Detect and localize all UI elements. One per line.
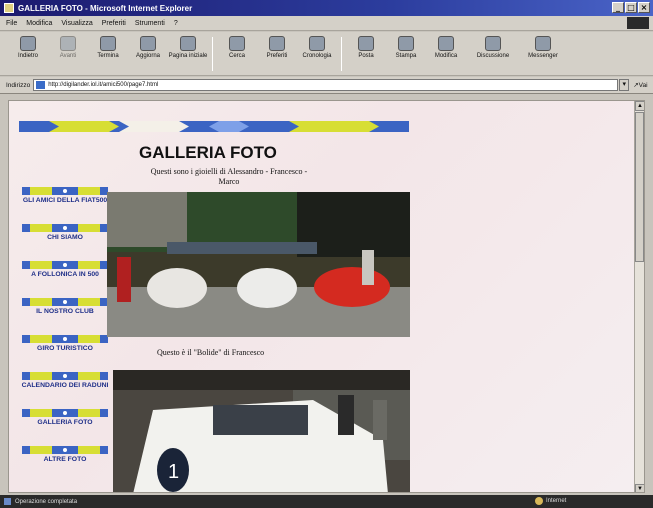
- close-button[interactable]: ×: [638, 2, 650, 13]
- home-icon: [180, 35, 196, 51]
- messenger-button[interactable]: Messenger: [520, 34, 566, 74]
- search-icon: [229, 35, 245, 51]
- nav-item-amici[interactable]: GLI AMICI DELLA FIAT500: [19, 187, 111, 224]
- scroll-down-icon[interactable]: ▼: [635, 484, 644, 492]
- address-bar: Indirizzo http://digilander.iol.it/amici…: [0, 77, 653, 94]
- print-icon: [398, 35, 414, 51]
- nav-bar-icon: [22, 335, 108, 343]
- favorites-icon: [269, 35, 285, 51]
- nav-item-altre-foto[interactable]: ALTRE FOTO: [19, 446, 111, 483]
- nav-bar-icon: [22, 409, 108, 417]
- history-icon: [309, 35, 325, 51]
- address-url: http://digilander.iol.it/amici500/page7.…: [48, 82, 159, 88]
- menu-preferiti[interactable]: Preferiti: [102, 20, 126, 27]
- window-controls: _ □ ×: [612, 2, 650, 13]
- title-bar: GALLERIA FOTO - Microsoft Internet Explo…: [0, 0, 653, 16]
- ie-app-icon: [4, 3, 14, 13]
- nav-bar-icon: [22, 224, 108, 232]
- messenger-icon: [535, 35, 551, 51]
- svg-text:1: 1: [168, 461, 179, 483]
- menu-strumenti[interactable]: Strumenti: [135, 20, 165, 27]
- menu-visualizza[interactable]: Visualizza: [61, 20, 92, 27]
- discuss-button[interactable]: Discussione: [466, 34, 520, 74]
- status-bar: Operazione completata Internet: [0, 495, 653, 508]
- forward-arrow-icon: [60, 35, 76, 51]
- window-title: GALLERIA FOTO - Microsoft Internet Explo…: [18, 3, 193, 13]
- mail-icon: [358, 35, 374, 51]
- nav-item-giro[interactable]: GIRO TURISTICO: [19, 335, 111, 372]
- stop-button[interactable]: Termina: [88, 34, 128, 74]
- vertical-scrollbar[interactable]: ▲ ▼: [634, 101, 644, 492]
- back-arrow-icon: [20, 35, 36, 51]
- page-content: GALLERIA FOTO Questi sono i gioielli di …: [8, 100, 645, 493]
- menu-file[interactable]: File: [6, 20, 17, 27]
- photo-bolide: 1: [113, 370, 410, 492]
- back-button[interactable]: Indietro: [8, 34, 48, 74]
- nav-bar-icon: [22, 261, 108, 269]
- nav-item-chi-siamo[interactable]: CHI SIAMO: [19, 224, 111, 261]
- edit-button[interactable]: Modifica: [426, 34, 466, 74]
- mail-button[interactable]: Posta: [346, 34, 386, 74]
- refresh-button[interactable]: Aggiorna: [128, 34, 168, 74]
- favorites-button[interactable]: Preferiti: [257, 34, 297, 74]
- home-button[interactable]: Pagina iniziale: [168, 34, 208, 74]
- minimize-button[interactable]: _: [612, 2, 624, 13]
- photo-fiat500-group: [107, 192, 410, 337]
- print-button[interactable]: Stampa: [386, 34, 426, 74]
- nav-bar-icon: [22, 298, 108, 306]
- refresh-icon: [140, 35, 156, 51]
- go-button[interactable]: ↗Vai: [633, 81, 647, 89]
- address-dropdown-button[interactable]: ▾: [619, 79, 630, 91]
- toolbar-separator: [212, 36, 213, 71]
- scroll-thumb[interactable]: [635, 112, 644, 262]
- sidebar-nav: GLI AMICI DELLA FIAT500 CHI SIAMO A FOLL…: [19, 187, 111, 483]
- page-subtitle: Questi sono i gioielli di Alessandro - F…: [150, 167, 308, 186]
- nav-bar-icon: [22, 372, 108, 380]
- globe-icon: [535, 497, 543, 505]
- menu-help[interactable]: ?: [174, 20, 178, 27]
- maximize-button[interactable]: □: [625, 2, 637, 13]
- toolbar-separator: [341, 36, 342, 71]
- forward-button[interactable]: Avanti: [48, 34, 88, 74]
- menu-bar: File Modifica Visualizza Preferiti Strum…: [0, 16, 653, 31]
- page-title: GALLERIA FOTO: [139, 143, 277, 162]
- nav-item-calendario[interactable]: CALENDARIO DEI RADUNI: [19, 372, 111, 409]
- nav-item-club[interactable]: IL NOSTRO CLUB: [19, 298, 111, 335]
- edit-icon: [438, 35, 454, 51]
- photo-caption: Questo è il "Bolide" di Francesco: [157, 348, 265, 357]
- scroll-up-icon[interactable]: ▲: [635, 101, 644, 111]
- nav-bar-icon: [22, 187, 108, 195]
- windows-logo-icon: [627, 17, 649, 29]
- nav-bar-icon: [22, 446, 108, 454]
- security-zone: Internet: [535, 497, 566, 505]
- menu-modifica[interactable]: Modifica: [26, 20, 52, 27]
- nav-item-galleria[interactable]: GALLERIA FOTO: [19, 409, 111, 446]
- header-banner: [19, 121, 409, 132]
- nav-item-follonica[interactable]: A FOLLONICA IN 500: [19, 261, 111, 298]
- toolbar: Indietro Avanti Termina Aggiorna Pagina …: [0, 32, 653, 76]
- status-page-icon: [4, 498, 11, 505]
- page-icon: [36, 81, 46, 89]
- search-button[interactable]: Cerca: [217, 34, 257, 74]
- zone-label: Internet: [546, 498, 567, 504]
- history-button[interactable]: Cronologia: [297, 34, 337, 74]
- status-text: Operazione completata: [15, 498, 78, 505]
- address-label: Indirizzo: [6, 81, 31, 89]
- stop-icon: [100, 35, 116, 51]
- address-input[interactable]: http://digilander.iol.it/amici500/page7.…: [33, 79, 619, 91]
- discuss-icon: [485, 35, 501, 51]
